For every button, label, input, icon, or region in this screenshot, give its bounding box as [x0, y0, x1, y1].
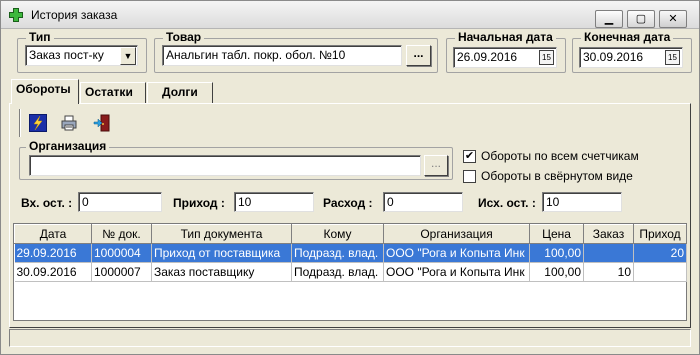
table-row[interactable]: 30.09.2016 1000007 Заказ поставщику Подр…	[14, 262, 687, 282]
checkmark-icon: ✔	[464, 150, 475, 162]
green-cross-icon	[9, 8, 23, 22]
type-select[interactable]: Заказ пост-ку ▼	[25, 45, 138, 66]
lightning-icon	[29, 114, 47, 132]
tab-balances[interactable]: Остатки	[80, 82, 146, 103]
maximize-icon: ▢	[635, 13, 647, 25]
income-value: 10	[238, 195, 252, 209]
tab-turnover-label: Обороты	[16, 82, 71, 96]
outgo-label: Расход :	[323, 196, 373, 210]
income-label: Приход :	[173, 196, 225, 210]
all-counters-checkbox[interactable]: ✔	[463, 150, 476, 163]
collapsed-view-checkbox[interactable]	[463, 170, 476, 183]
type-select-value: Заказ пост-ку	[29, 48, 104, 62]
organization-label: Организация	[26, 139, 110, 153]
tab-balances-label: Остатки	[85, 85, 133, 99]
organization-browse-label: ...	[430, 156, 441, 170]
cell-date: 30.09.2016	[14, 262, 92, 282]
outgo-value: 0	[387, 195, 394, 209]
refresh-button[interactable]	[27, 111, 49, 135]
cell-income: 20	[633, 243, 687, 263]
toolbar-separator	[19, 109, 21, 137]
product-browse-button[interactable]: ...	[406, 45, 431, 66]
cell-recipient: Подразд. влад.	[291, 262, 384, 282]
out-balance-label: Исх. ост. :	[478, 196, 536, 210]
in-balance-label: Вх. ост. :	[21, 196, 73, 210]
column-header-doc-number[interactable]: № док.	[91, 224, 152, 244]
cell-order: 10	[583, 262, 634, 282]
end-date-value: 30.09.2016	[583, 50, 644, 64]
exit-button[interactable]	[91, 111, 113, 135]
cell-recipient: Подразд. влад.	[291, 243, 384, 263]
start-date-field[interactable]: 26.09.2016 15	[453, 47, 557, 68]
cell-order	[583, 243, 634, 263]
column-header-doc-type[interactable]: Тип документа	[151, 224, 292, 244]
close-button[interactable]: ✕	[659, 10, 687, 28]
start-date-label: Начальная дата	[455, 30, 556, 44]
maximize-button[interactable]: ▢	[627, 10, 655, 28]
all-counters-label: Обороты по всем счетчикам	[481, 149, 639, 163]
exit-door-icon	[93, 114, 110, 132]
product-browse-label: ...	[413, 46, 424, 60]
out-balance-value: 10	[546, 195, 560, 209]
minimize-icon: ▁	[604, 13, 614, 25]
column-header-price[interactable]: Цена	[529, 224, 584, 244]
in-balance-value: 0	[82, 195, 89, 209]
cell-doc-type: Заказ поставщику	[151, 262, 292, 282]
column-header-date[interactable]: Дата	[14, 224, 92, 244]
end-date-field[interactable]: 30.09.2016 15	[579, 47, 683, 68]
table-header-row: Дата № док. Тип документа Кому Организац…	[14, 224, 687, 244]
product-value: Анальгин табл. покр. обол. №10	[166, 48, 346, 62]
outgo-field[interactable]: 0	[383, 192, 463, 212]
status-bar	[9, 329, 691, 347]
end-date-label: Конечная дата	[581, 30, 674, 44]
tab-debts[interactable]: Долги	[147, 82, 213, 103]
cell-date: 29.09.2016	[14, 243, 92, 263]
tab-debts-label: Долги	[162, 85, 198, 99]
print-button[interactable]	[58, 111, 80, 135]
column-header-income[interactable]: Приход	[633, 224, 687, 244]
cell-income	[633, 262, 687, 282]
title-bar[interactable]: История заказа ▁ ▢ ✕	[1, 1, 699, 29]
type-label: Тип	[26, 30, 54, 44]
cell-doc-number: 1000007	[91, 262, 152, 282]
income-field[interactable]: 10	[234, 192, 314, 212]
product-label: Товар	[163, 30, 205, 44]
in-balance-field[interactable]: 0	[78, 192, 162, 212]
chevron-down-icon[interactable]: ▼	[120, 47, 136, 65]
calendar-icon[interactable]: 15	[539, 50, 554, 65]
organization-browse-button[interactable]: ...	[424, 155, 448, 176]
organization-field[interactable]	[29, 155, 421, 176]
close-icon: ✕	[668, 13, 678, 25]
table-row[interactable]: 29.09.2016 1000004 Приход от поставщика …	[14, 243, 687, 263]
column-header-recipient[interactable]: Кому	[291, 224, 384, 244]
cell-doc-number: 1000004	[91, 243, 152, 263]
cell-price: 100,00	[529, 243, 584, 263]
cell-organization: ООО "Рога и Копыта Инк	[383, 243, 530, 263]
printer-icon	[61, 115, 77, 131]
window-title: История заказа	[31, 8, 118, 22]
start-date-value: 26.09.2016	[457, 50, 518, 64]
product-field[interactable]: Анальгин табл. покр. обол. №10	[162, 45, 402, 66]
order-history-window: История заказа ▁ ▢ ✕ Тип Заказ пост-ку ▼…	[0, 0, 700, 355]
out-balance-field[interactable]: 10	[542, 192, 622, 212]
calendar-icon[interactable]: 15	[665, 50, 680, 65]
minimize-button[interactable]: ▁	[595, 10, 623, 28]
tab-turnover[interactable]: Обороты	[11, 79, 79, 104]
history-table[interactable]: Дата № док. Тип документа Кому Организац…	[13, 223, 687, 321]
column-header-order[interactable]: Заказ	[583, 224, 634, 244]
cell-price: 100,00	[529, 262, 584, 282]
collapsed-view-label: Обороты в свёрнутом виде	[481, 169, 633, 183]
cell-organization: ООО "Рога и Копыта Инк	[383, 262, 530, 282]
column-header-organization[interactable]: Организация	[383, 224, 530, 244]
cell-doc-type: Приход от поставщика	[151, 243, 292, 263]
